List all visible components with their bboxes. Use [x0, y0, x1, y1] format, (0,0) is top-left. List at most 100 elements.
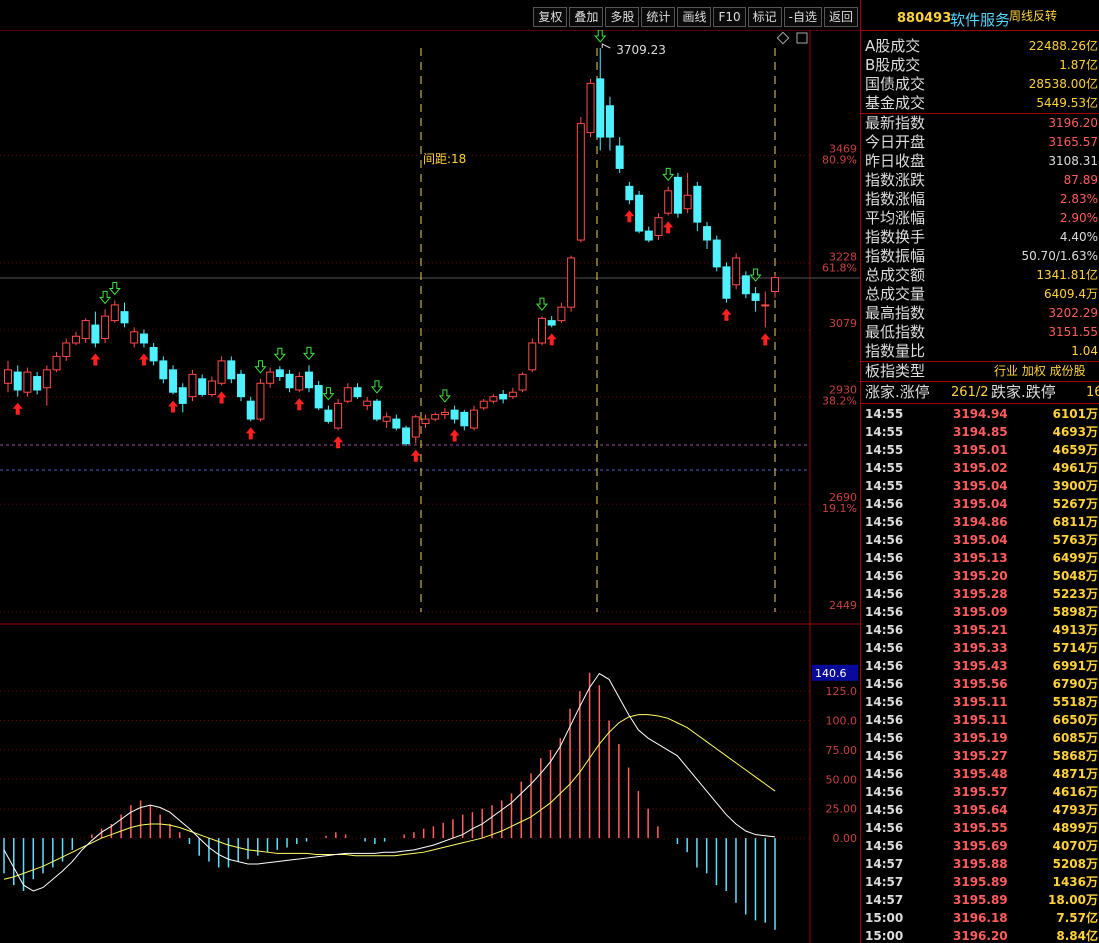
- sell-arrow-icon: [322, 387, 335, 401]
- stat-value: 1.04: [1071, 344, 1098, 358]
- tick-row[interactable]: 14:57 3195.89 1436万: [861, 873, 1099, 891]
- tick-volume: 4961万: [1052, 461, 1098, 475]
- candle-body: [382, 416, 391, 422]
- tick-row[interactable]: 14:55 3195.02 4961万: [861, 459, 1099, 477]
- tick-volume: 4616万: [1052, 785, 1098, 799]
- tick-row[interactable]: 14:56 3195.19 6085万: [861, 729, 1099, 747]
- candle-body: [664, 190, 673, 214]
- tick-row[interactable]: 14:56 3195.57 4616万: [861, 783, 1099, 801]
- tick-price: 3195.01: [953, 443, 1008, 457]
- candle-body: [761, 304, 770, 307]
- tick-row[interactable]: 14:56 3195.04 5763万: [861, 531, 1099, 549]
- tick-row[interactable]: 14:56 3195.33 5714万: [861, 639, 1099, 657]
- tick-row[interactable]: 14:56 3195.11 5518万: [861, 693, 1099, 711]
- sell-arrow-icon: [749, 268, 762, 282]
- tick-volume: 4070万: [1052, 839, 1098, 853]
- buy-arrow-icon: [216, 391, 227, 404]
- kline-chart[interactable]: 346980.9%322861.8%3079293038.2%269019.1%…: [0, 30, 860, 943]
- tick-row[interactable]: 14:56 3195.13 6499万: [861, 549, 1099, 567]
- tick-row[interactable]: 14:56 3195.27 5868万: [861, 747, 1099, 765]
- overlay-button[interactable]: 叠加: [569, 7, 604, 27]
- back-button[interactable]: 返回: [823, 7, 858, 27]
- tick-row[interactable]: 14:56 3195.69 4070万: [861, 837, 1099, 855]
- candle-body: [169, 369, 178, 393]
- tick-row[interactable]: 15:00 3196.20 8.84亿: [861, 927, 1099, 943]
- candle-body: [198, 378, 207, 395]
- candle-body: [411, 416, 420, 438]
- buy-arrow-icon: [138, 353, 149, 366]
- tick-row[interactable]: 15:00 3196.18 7.57亿: [861, 909, 1099, 927]
- tick-row[interactable]: 14:56 3195.04 5267万: [861, 495, 1099, 513]
- tick-price: 3195.04: [953, 533, 1008, 547]
- statistics-button[interactable]: 统计: [641, 7, 676, 27]
- tick-time: 14:56: [865, 659, 904, 673]
- tick-row[interactable]: 14:56 3194.86 6811万: [861, 513, 1099, 531]
- f10-button[interactable]: F10: [713, 7, 746, 27]
- buy-arrow-icon: [546, 333, 557, 346]
- tick-row[interactable]: 14:56 3195.21 4913万: [861, 621, 1099, 639]
- candle-body: [450, 409, 459, 420]
- tick-price: 3195.89: [953, 893, 1008, 907]
- tick-row[interactable]: 14:56 3195.48 4871万: [861, 765, 1099, 783]
- tick-volume: 8.84亿: [1056, 929, 1098, 943]
- stat-value: 3108.31: [1048, 154, 1098, 168]
- tick-time: 14:57: [865, 875, 904, 889]
- candle-body: [159, 360, 168, 380]
- tick-time: 14:57: [865, 893, 904, 907]
- tick-row[interactable]: 14:57 3195.88 5208万: [861, 855, 1099, 873]
- candle-body: [227, 360, 236, 380]
- index-code: 880493: [897, 11, 952, 26]
- tick-price: 3195.48: [953, 767, 1008, 781]
- tick-row[interactable]: 14:55 3195.01 4659万: [861, 441, 1099, 459]
- buy-arrow-icon: [12, 402, 23, 415]
- fuquan-button[interactable]: 复权: [533, 7, 568, 27]
- candle-body: [256, 382, 265, 420]
- tick-volume: 6991万: [1052, 659, 1098, 673]
- stat-row: B股成交 1.87亿: [861, 56, 1099, 75]
- candle-body: [741, 275, 750, 295]
- tick-price: 3195.43: [953, 659, 1008, 673]
- tick-row[interactable]: 14:56 3195.28 5223万: [861, 585, 1099, 603]
- chart-toolbar: 复权 叠加 多股 统计 画线 F10 标记 -自选 返回: [0, 0, 860, 31]
- tick-row[interactable]: 14:55 3194.85 4693万: [861, 423, 1099, 441]
- tick-row[interactable]: 14:56 3195.20 5048万: [861, 567, 1099, 585]
- candle-body: [13, 371, 22, 391]
- stat-label: 最新指数: [865, 114, 926, 132]
- candle-body: [120, 311, 129, 324]
- tick-price: 3195.55: [953, 821, 1008, 835]
- tick-list[interactable]: 14:55 3194.94 6101万 14:55 3194.85 4693万 14:55 3…: [861, 404, 1099, 943]
- candle-body: [440, 411, 449, 416]
- tick-price: 3195.04: [953, 497, 1008, 511]
- candle-body: [518, 373, 527, 391]
- tick-row[interactable]: 14:56 3195.56 6790万: [861, 675, 1099, 693]
- candle-body: [62, 342, 71, 357]
- tick-row[interactable]: 14:57 3195.89 18.00万: [861, 891, 1099, 909]
- draw-line-button[interactable]: 画线: [677, 7, 712, 27]
- multi-stock-button[interactable]: 多股: [605, 7, 640, 27]
- stat-label: 昨日收盘: [865, 152, 926, 170]
- tick-row[interactable]: 14:56 3195.11 6650万: [861, 711, 1099, 729]
- stat-row: 总成交额 1341.81亿: [861, 266, 1099, 285]
- tick-row[interactable]: 14:56 3195.55 4899万: [861, 819, 1099, 837]
- tick-row[interactable]: 14:56 3195.09 5898万: [861, 603, 1099, 621]
- remove-watchlist-button[interactable]: -自选: [783, 7, 822, 27]
- tick-row[interactable]: 14:56 3195.64 4793万: [861, 801, 1099, 819]
- stat-row: 平均涨幅 2.90%: [861, 209, 1099, 228]
- tick-row[interactable]: 14:55 3194.94 6101万: [861, 405, 1099, 423]
- candle-body: [353, 387, 362, 398]
- tick-row[interactable]: 14:56 3195.43 6991万: [861, 657, 1099, 675]
- tick-volume: 4659万: [1052, 443, 1098, 457]
- sell-arrow-icon: [594, 30, 607, 43]
- tick-row[interactable]: 14:55 3195.04 3900万: [861, 477, 1099, 495]
- tick-time: 14:56: [865, 515, 904, 529]
- tick-time: 14:55: [865, 443, 904, 457]
- candle-body: [334, 402, 343, 429]
- buy-arrow-icon: [245, 427, 256, 440]
- quote-header: 880493 软件服务 周线反转: [861, 0, 1099, 31]
- board-type-label: 板指类型: [865, 362, 926, 380]
- tick-price: 3194.94: [953, 407, 1008, 421]
- tick-time: 14:56: [865, 497, 904, 511]
- mark-button[interactable]: 标记: [747, 7, 782, 27]
- candle-body: [576, 123, 585, 241]
- sell-arrow-icon: [254, 360, 267, 374]
